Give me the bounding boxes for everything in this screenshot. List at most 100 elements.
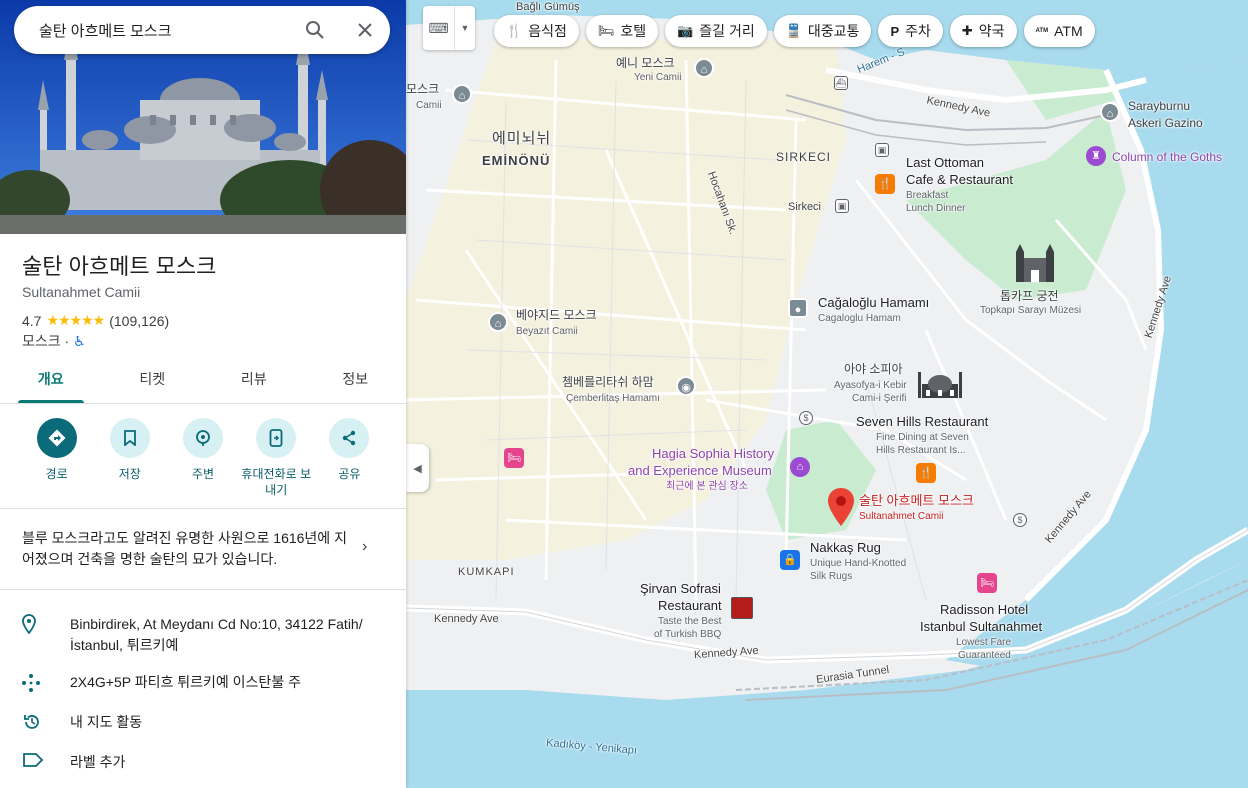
train-station-icon[interactable]: ▣ [875, 143, 889, 157]
monument-pin-icon[interactable]: ⌂ [1100, 102, 1120, 122]
hotel-pin-icon[interactable]: 🛏 [977, 573, 997, 593]
map-label-sirvan-1[interactable]: Şirvan Sofrasi [640, 582, 721, 596]
directions-button[interactable]: 경로 [20, 418, 93, 498]
restaurant-ad-thumbnail[interactable] [731, 597, 753, 619]
map-label-last-ottoman-2[interactable]: Cafe & Restaurant [906, 173, 1013, 187]
search-button[interactable] [290, 6, 340, 54]
history-icon [0, 712, 70, 737]
place-pin-icon[interactable]: ◉ [676, 376, 696, 396]
map-label-hagia-2[interactable]: and Experience Museum [628, 464, 772, 478]
map-label-sultan-ko[interactable]: 술탄 아흐메트 모스크 [859, 494, 974, 508]
map-label-kennedy-left: Kennedy Ave [434, 613, 499, 625]
keyboard-icon[interactable]: ⌨ [423, 6, 455, 50]
map-canvas[interactable]: Bağlı Gümüş 예니 모스크 Yeni Camii ⌂ 모스크 Cami… [406, 0, 1248, 788]
map-activity-row[interactable]: 내 지도 활동 [0, 712, 406, 737]
search-input[interactable]: 술탄 아흐메트 모스크 [14, 20, 290, 41]
map-label-left-camii: Camii [416, 100, 442, 111]
tab-tickets[interactable]: 티켓 [102, 358, 204, 403]
wheelchair-icon: ♿ [73, 333, 86, 349]
chip-atm[interactable]: ATM ATM [1023, 15, 1095, 47]
plus-code-row[interactable]: 2X4G+5P 파티흐 튀르키예 이스탄불 주 [0, 672, 406, 699]
share-icon [329, 418, 370, 458]
review-count[interactable]: (109,126) [109, 313, 169, 329]
chevron-right-icon[interactable]: › [362, 538, 367, 556]
mosque-pin-icon[interactable]: ⌂ [452, 84, 472, 104]
tab-reviews[interactable]: 리뷰 [203, 358, 305, 403]
search-icon [306, 21, 324, 39]
map-label-last-ottoman-sub1: Breakfast [906, 190, 949, 201]
map-label-radisson-2[interactable]: Istanbul Sultanahmet [920, 620, 1042, 634]
address-row[interactable]: Binbirdirek, At Meydanı Cd No:10, 34122 … [0, 614, 406, 656]
rating-row[interactable]: 4.7 ★★★★★ (109,126) [22, 312, 169, 329]
atm-icon[interactable]: $ [799, 411, 813, 425]
tab-overview[interactable]: 개요 [0, 358, 102, 403]
clear-search-button[interactable] [340, 6, 390, 54]
nearby-button[interactable]: 주변 [166, 418, 239, 498]
parking-icon: P [890, 23, 900, 39]
place-description[interactable]: 블루 모스크라고도 알려진 유명한 사원으로 1616년에 지어졌으며 건축을 … [22, 528, 352, 570]
map-label-cagaloglu-sub: Cagaloglu Hamam [818, 313, 901, 324]
train-station-icon[interactable]: ▣ [835, 199, 849, 213]
action-buttons: 경로 저장 주변 휴대전화로 보내기 공유 [20, 418, 386, 498]
ferry-icon[interactable]: ⛴ [834, 76, 848, 90]
map-label-sirvan-2[interactable]: Restaurant [658, 599, 722, 613]
collapse-panel-button[interactable]: ◀ [406, 444, 429, 492]
send-to-phone-button[interactable]: 휴대전화로 보내기 [240, 418, 313, 498]
map-label-hagia-1[interactable]: Hagia Sophia History [652, 447, 774, 461]
divider [0, 508, 406, 509]
map-label-hagia-sub: 최근에 본 관심 장소 [666, 481, 748, 492]
map-label-bagli: Bağlı Gümüş [516, 1, 580, 13]
restaurant-pin-icon[interactable]: 🍴 [916, 463, 936, 483]
museum-pin-icon[interactable]: ⌂ [790, 457, 810, 477]
caret-down-icon[interactable]: ▼ [455, 6, 475, 50]
separator: · [64, 333, 70, 349]
map-label-sirkeci-station: Sirkeci [788, 201, 822, 213]
chip-transit[interactable]: 🚆 대중교통 [773, 15, 872, 47]
map-label-ayasofya-ko[interactable]: 아야 소피아 [844, 362, 903, 376]
map-label-cemberlitas: Çemberlitaş Hamamı [566, 393, 660, 404]
map-label-yeni-camii-ko[interactable]: 예니 모스크 [616, 56, 675, 70]
input-tools-button[interactable]: ⌨ ▼ [423, 6, 475, 50]
add-label-row[interactable]: 라벨 추가 [0, 752, 406, 773]
place-local-name: Sultanahmet Camii [22, 284, 141, 300]
search-box[interactable]: 술탄 아흐메트 모스크 [14, 6, 390, 54]
hotel-icon: 🛏 [597, 23, 615, 38]
map-label-last-ottoman-sub2: Lunch Dinner [906, 203, 966, 214]
share-button[interactable]: 공유 [313, 418, 386, 498]
map-label-beyazit-ko[interactable]: 베야지드 모스크 [516, 308, 597, 322]
train-icon: 🚆 [785, 23, 802, 38]
map-label-goths[interactable]: Column of the Goths [1112, 150, 1222, 164]
map-label-radisson-1[interactable]: Radisson Hotel [940, 603, 1028, 617]
mosque-pin-icon[interactable]: ⌂ [694, 58, 714, 78]
map-label-cemberlitas-ko[interactable]: 쳄베를리타쉬 하맘 [562, 375, 654, 389]
map-label-sirvan-sub2: of Turkish BBQ [654, 629, 722, 640]
save-button[interactable]: 저장 [93, 418, 166, 498]
chip-restaurants[interactable]: 🍴 음식점 [494, 15, 579, 47]
hotel-pin-icon[interactable]: 🛏 [504, 448, 524, 468]
mosque-pin-icon[interactable]: ⌂ [488, 312, 508, 332]
hagia-sophia-icon[interactable] [918, 366, 962, 400]
chip-hotels[interactable]: 🛏 호텔 [585, 15, 659, 47]
chip-things-to-do[interactable]: 📷 즐길 거리 [665, 15, 767, 47]
landmark-pin-icon[interactable]: ♜ [1086, 146, 1106, 166]
selected-place-pin-icon[interactable] [828, 488, 854, 526]
spa-pin-icon[interactable]: ● [788, 298, 808, 318]
map-label-nakkas[interactable]: Nakkaş Rug [810, 541, 881, 555]
address-text: Binbirdirek, At Meydanı Cd No:10, 34122 … [70, 616, 363, 653]
divider [0, 589, 406, 590]
chip-parking[interactable]: P 주차 [878, 15, 943, 47]
map-label-seven-hills[interactable]: Seven Hills Restaurant [856, 415, 988, 429]
atm-icon[interactable]: $ [1013, 513, 1027, 527]
shopping-pin-icon[interactable]: 🔒 [780, 550, 800, 570]
restaurant-pin-icon[interactable]: 🍴 [875, 174, 895, 194]
place-category[interactable]: 모스크 [22, 333, 61, 349]
tab-about[interactable]: 정보 [305, 358, 407, 403]
category-row: 모스크 · ♿ [22, 331, 86, 351]
chip-pharmacy[interactable]: ✚ 약국 [949, 15, 1017, 47]
map-label-last-ottoman-1[interactable]: Last Ottoman [906, 156, 984, 170]
map-label-cagaloglu[interactable]: Cağaloğlu Hamamı [818, 296, 929, 310]
map-label-topkapi-ko[interactable]: 톱카프 궁전 [1000, 289, 1059, 303]
map-label-yeni-camii: Yeni Camii [634, 72, 682, 83]
map-label-radisson-sub1: Lowest Fare [956, 637, 1012, 648]
palace-icon[interactable] [1014, 244, 1056, 284]
